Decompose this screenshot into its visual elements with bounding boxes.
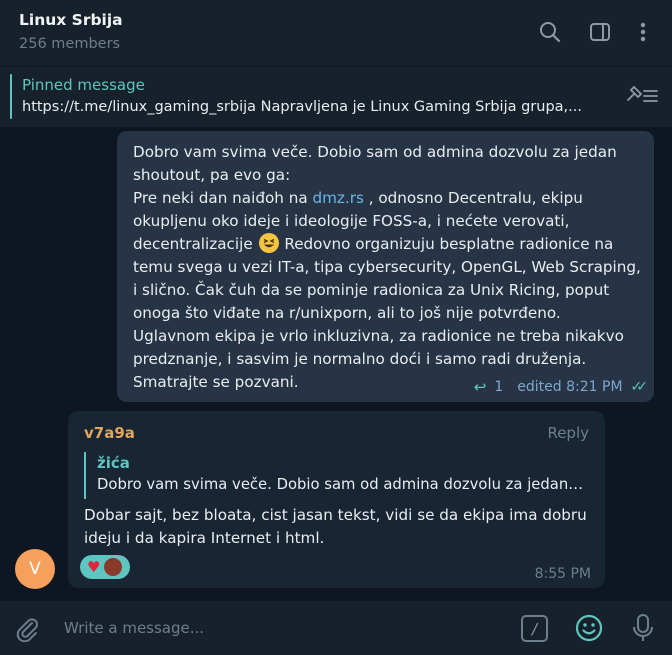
microphone-icon[interactable] xyxy=(630,613,656,643)
emoji-icon[interactable] xyxy=(575,614,603,642)
message-composer: Write a message... / xyxy=(0,601,672,655)
read-checkmarks-icon: ✓✓ xyxy=(630,379,649,395)
bot-commands-button[interactable]: / xyxy=(521,615,548,642)
message-link[interactable]: dmz.rs xyxy=(312,189,363,207)
paperclip-icon[interactable] xyxy=(14,616,40,642)
pinned-indicator xyxy=(10,74,12,119)
message-author[interactable]: v7a9a xyxy=(84,424,135,442)
chat-header: Linux Srbija 256 members xyxy=(0,0,672,66)
pinned-message-bar[interactable]: Pinned message https://t.me/linux_gaming… xyxy=(0,67,672,127)
avatar[interactable]: V xyxy=(15,549,55,589)
pinned-title: Pinned message xyxy=(22,76,145,94)
grinning-squinting-face-icon xyxy=(258,233,279,253)
message-time: 8:55 PM xyxy=(534,566,591,582)
reply-button[interactable]: Reply xyxy=(547,424,589,442)
heart-icon: ♥ xyxy=(87,557,101,576)
more-vertical-icon[interactable] xyxy=(631,20,655,44)
search-icon[interactable] xyxy=(538,20,562,44)
incoming-message-text: Dobar sajt, bez bloata, cist jasan tekst… xyxy=(84,506,587,547)
replies-icon[interactable]: ↩ xyxy=(474,378,487,396)
quote-author: žića xyxy=(97,454,130,472)
incoming-message[interactable]: v7a9a Reply žića Dobro vam svima veče. D… xyxy=(68,411,605,588)
reaction-badge[interactable]: ♥ xyxy=(80,555,130,579)
pin-list-icon[interactable] xyxy=(625,84,659,108)
edited-time: edited 8:21 PM xyxy=(517,379,623,395)
reply-count[interactable]: 1 xyxy=(494,379,503,395)
outgoing-message-meta: ↩ 1 edited 8:21 PM ✓✓ xyxy=(474,378,649,396)
quote-text: Dobro vam svima veče. Dobio sam od admin… xyxy=(97,476,587,493)
chat-title[interactable]: Linux Srbija xyxy=(19,11,123,29)
outgoing-message[interactable]: Dobro vam svima veče. Dobio sam od admin… xyxy=(117,131,654,402)
outgoing-message-text: Dobro vam svima veče. Dobio sam od admin… xyxy=(133,143,641,391)
member-count[interactable]: 256 members xyxy=(19,36,120,52)
pinned-text: https://t.me/linux_gaming_srbija Napravl… xyxy=(22,99,582,115)
sidebar-toggle-icon[interactable] xyxy=(588,20,612,44)
message-input[interactable]: Write a message... xyxy=(64,619,204,637)
reply-quote[interactable]: žića Dobro vam svima veče. Dobio sam od … xyxy=(84,452,589,499)
reactor-avatar xyxy=(103,557,124,577)
